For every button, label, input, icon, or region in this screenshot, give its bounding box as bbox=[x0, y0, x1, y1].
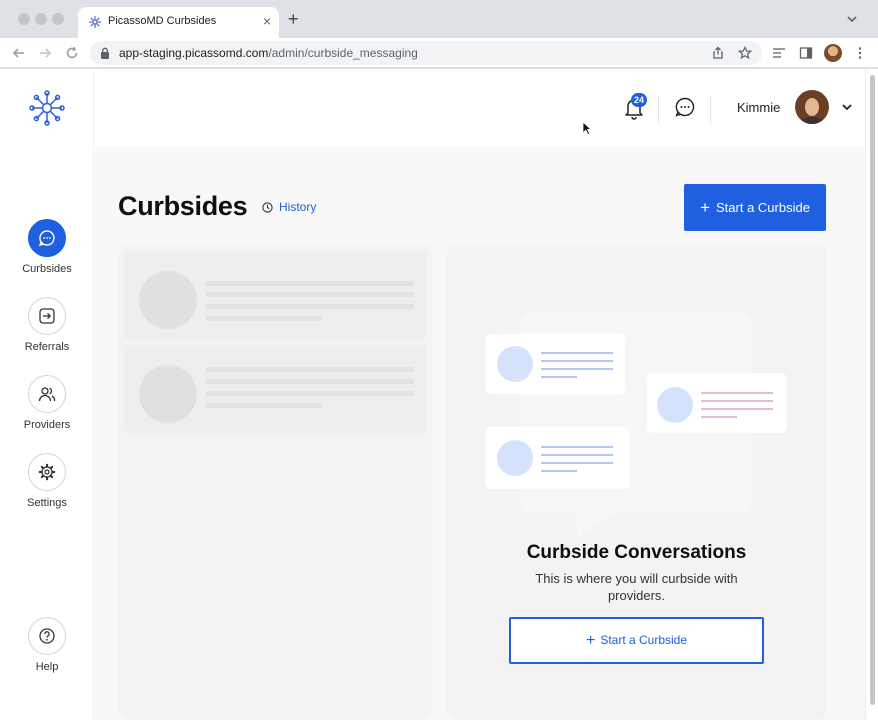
url-text[interactable]: app-staging.picassomd.com/admin/curbside… bbox=[119, 46, 418, 60]
app-viewport: Curbsides Referrals Providers Settings H… bbox=[0, 69, 865, 720]
address-bar[interactable]: app-staging.picassomd.com/admin/curbside… bbox=[90, 41, 762, 65]
sidebar-item-referrals-circle[interactable] bbox=[28, 297, 66, 335]
skeleton-avatar bbox=[139, 365, 197, 423]
sidebar-item-curbsides-circle[interactable] bbox=[28, 219, 66, 257]
bookmark-star-icon[interactable] bbox=[738, 46, 752, 60]
sidebar-item-curbsides[interactable]: Curbsides bbox=[0, 219, 94, 283]
notification-badge: 24 bbox=[631, 93, 648, 107]
chat-bubble-icon bbox=[38, 230, 55, 247]
browser-tab[interactable]: PicassoMD Curbsides × bbox=[78, 7, 279, 38]
window-zoom-dot[interactable] bbox=[52, 13, 64, 25]
forward-arrow-icon[interactable] bbox=[37, 45, 53, 61]
sidebar-item-settings[interactable]: Settings bbox=[0, 453, 94, 517]
page-scrollbar[interactable] bbox=[865, 69, 878, 720]
messages-icon[interactable] bbox=[675, 97, 695, 117]
sidebar-item-providers[interactable]: Providers bbox=[0, 375, 94, 439]
header-divider bbox=[710, 95, 711, 123]
illustration-card bbox=[485, 334, 625, 394]
skeleton-line bbox=[205, 403, 322, 408]
browser-menu-icon[interactable] bbox=[853, 46, 867, 60]
skeleton-line bbox=[205, 379, 414, 384]
empty-state-button-label: Start a Curbside bbox=[600, 632, 688, 647]
avatar-face bbox=[805, 98, 819, 116]
skeleton-list-item bbox=[124, 345, 426, 433]
tab-title: PicassoMD Curbsides bbox=[108, 15, 217, 27]
plus-icon: + bbox=[585, 631, 596, 649]
skeleton-line bbox=[205, 304, 414, 309]
sidebar-item-label: Settings bbox=[27, 497, 67, 509]
plus-icon: + bbox=[700, 197, 710, 217]
page-title: Curbsides bbox=[118, 191, 248, 221]
lock-icon[interactable] bbox=[100, 47, 110, 59]
start-curbside-button[interactable]: + Start a Curbside bbox=[684, 184, 826, 231]
browser-toolbar: app-staging.picassomd.com/admin/curbside… bbox=[0, 38, 878, 68]
curbside-list-panel bbox=[119, 245, 432, 720]
illustration-card bbox=[485, 427, 630, 489]
skeleton-line bbox=[205, 316, 322, 321]
sidebar-item-label: Curbsides bbox=[22, 263, 72, 275]
sidebar-item-help[interactable]: Help bbox=[0, 617, 94, 681]
start-curbside-label: Start a Curbside bbox=[716, 199, 810, 215]
scrollbar-thumb[interactable] bbox=[870, 75, 875, 705]
empty-state-title: Curbside Conversations bbox=[526, 542, 747, 563]
reading-list-icon[interactable] bbox=[772, 46, 786, 60]
conversation-panel: Curbside Conversations This is where you… bbox=[447, 245, 826, 720]
skeleton-avatar bbox=[139, 271, 197, 329]
empty-state-subtitle: This is where you will curbside with pro… bbox=[535, 571, 738, 603]
mouse-pointer-icon bbox=[582, 121, 592, 135]
window-minimize-dot[interactable] bbox=[35, 13, 47, 25]
help-question-icon bbox=[39, 628, 55, 644]
reload-icon[interactable] bbox=[64, 45, 80, 61]
sidebar-item-label: Help bbox=[35, 661, 59, 673]
history-label: History bbox=[279, 200, 317, 214]
sidebar-item-label: Referrals bbox=[24, 341, 70, 353]
skeleton-line bbox=[205, 281, 414, 286]
tab-search-chevron-icon[interactable] bbox=[845, 12, 859, 26]
sidebar-item-help-circle[interactable] bbox=[28, 617, 66, 655]
skeleton-list-item bbox=[124, 251, 426, 339]
tab-close-icon[interactable]: × bbox=[263, 12, 271, 30]
chevron-down-icon[interactable] bbox=[841, 101, 853, 113]
sidebar-item-label: Providers bbox=[23, 419, 71, 431]
browser-tab-bar: PicassoMD Curbsides × + bbox=[0, 0, 878, 38]
empty-state-start-curbside-button[interactable]: + Start a Curbside bbox=[509, 617, 764, 664]
main-content: 24 Kimmie Curbsides History + Start a Cu… bbox=[95, 69, 865, 720]
gear-icon bbox=[38, 463, 56, 481]
illustration-card bbox=[647, 373, 787, 433]
users-icon bbox=[38, 387, 56, 402]
skeleton-line bbox=[205, 292, 414, 297]
share-icon[interactable] bbox=[711, 46, 725, 60]
avatar-shirt bbox=[800, 117, 824, 124]
header-divider bbox=[658, 95, 659, 123]
picassomd-favicon-icon bbox=[89, 16, 101, 28]
url-path: /admin/curbside_messaging bbox=[268, 46, 418, 60]
sidebar-item-referrals[interactable]: Referrals bbox=[0, 297, 94, 361]
window-close-dot[interactable] bbox=[18, 13, 30, 25]
sidebar-item-providers-circle[interactable] bbox=[28, 375, 66, 413]
picassomd-logo-icon[interactable] bbox=[29, 90, 65, 126]
sidebar-item-settings-circle[interactable] bbox=[28, 453, 66, 491]
user-avatar[interactable] bbox=[795, 90, 829, 124]
skeleton-line bbox=[205, 391, 414, 396]
top-header: 24 Kimmie bbox=[95, 69, 865, 147]
arrow-in-square-icon bbox=[39, 308, 55, 324]
side-panel-icon[interactable] bbox=[799, 46, 813, 60]
clock-icon bbox=[262, 202, 273, 213]
sidebar: Curbsides Referrals Providers Settings H… bbox=[0, 69, 94, 720]
new-tab-icon[interactable]: + bbox=[288, 9, 299, 29]
skeleton-line bbox=[205, 367, 414, 372]
user-name[interactable]: Kimmie bbox=[737, 100, 780, 115]
back-arrow-icon[interactable] bbox=[11, 45, 27, 61]
conversations-illustration bbox=[485, 313, 787, 537]
url-host: app-staging.picassomd.com bbox=[119, 46, 269, 60]
browser-profile-avatar[interactable] bbox=[824, 44, 842, 62]
